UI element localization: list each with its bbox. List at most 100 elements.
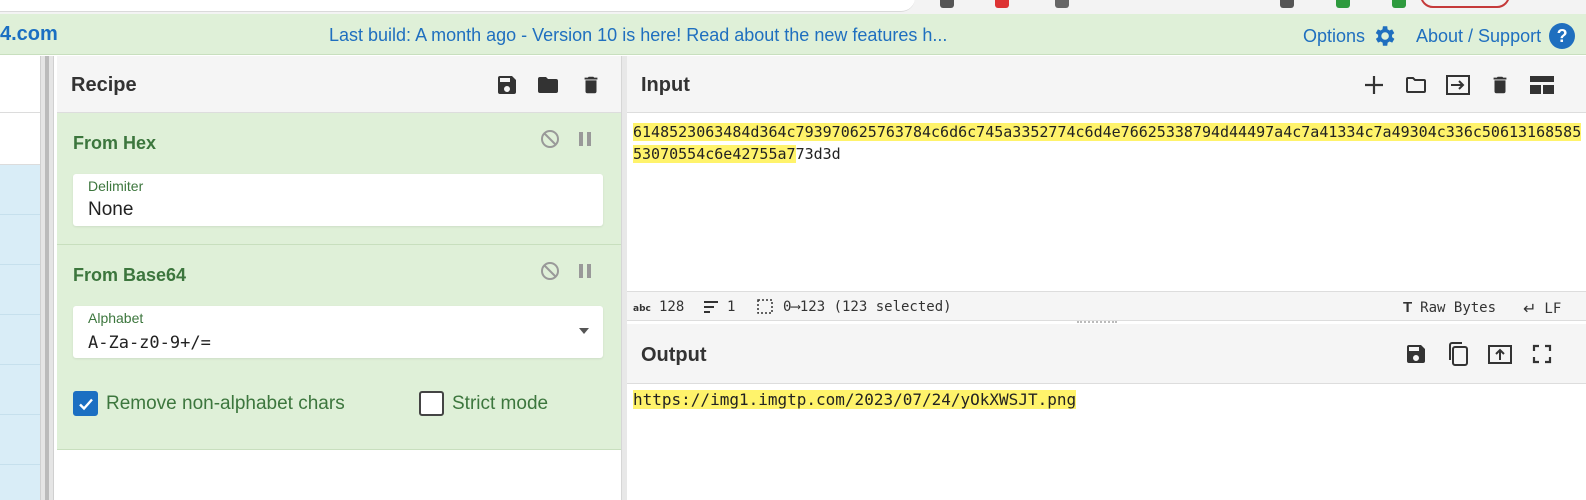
options-label: Options bbox=[1303, 25, 1366, 46]
help-icon: ? bbox=[1549, 23, 1576, 49]
remove-non-alphabet-checkbox[interactable]: Remove non-alphabet chars bbox=[73, 391, 345, 416]
layout-icon bbox=[1530, 76, 1554, 94]
return-icon: ↵ bbox=[1523, 301, 1537, 318]
checkbox-label: Strict mode bbox=[452, 392, 549, 414]
list-item[interactable] bbox=[0, 215, 40, 265]
strict-mode-checkbox[interactable]: Strict mode bbox=[419, 391, 548, 416]
operation-from-base64[interactable]: From Base64 Alphabet A-Za-z0-9+/= Remove… bbox=[57, 245, 623, 450]
disable-icon bbox=[541, 262, 559, 280]
field-label: Delimiter bbox=[88, 178, 144, 194]
plus-icon bbox=[1365, 76, 1383, 94]
disable-operation-button[interactable] bbox=[539, 128, 561, 150]
add-input-tab-button[interactable] bbox=[1359, 70, 1389, 100]
input-header: Input bbox=[627, 56, 1586, 113]
list-item[interactable] bbox=[0, 365, 40, 415]
recipe-panel: Recipe From Hex Delimiter None From Base… bbox=[57, 56, 623, 500]
top-banner: 4.com Last build: A month ago - Version … bbox=[0, 14, 1586, 55]
text-size-icon: T bbox=[1403, 299, 1413, 316]
fullscreen-icon bbox=[1532, 344, 1552, 364]
encoding-selector[interactable]: T Raw Bytes bbox=[1403, 299, 1496, 316]
profile-button[interactable] bbox=[1420, 0, 1510, 8]
extension-icon[interactable] bbox=[1055, 0, 1069, 8]
recipe-title: Recipe bbox=[71, 74, 137, 96]
replace-input-icon bbox=[1488, 345, 1512, 364]
abc-icon: abc bbox=[633, 304, 651, 312]
selection-stat: 0⟶123 (123 selected) bbox=[757, 299, 952, 315]
alphabet-select[interactable]: Alphabet A-Za-z0-9+/= bbox=[73, 306, 603, 358]
selection-value: 0⟶123 (123 selected) bbox=[783, 299, 952, 315]
input-status-bar: abc 128 1 0⟶123 (123 selected) T Raw Byt… bbox=[627, 291, 1586, 321]
chevron-down-icon bbox=[579, 328, 589, 334]
pause-operation-button[interactable] bbox=[574, 128, 596, 150]
save-recipe-button[interactable] bbox=[492, 70, 522, 100]
copy-output-button[interactable] bbox=[1443, 339, 1473, 369]
replace-input-button[interactable] bbox=[1485, 339, 1515, 369]
output-title: Output bbox=[641, 344, 707, 366]
extension-icon[interactable] bbox=[1392, 0, 1406, 8]
operation-title: From Hex bbox=[73, 133, 157, 153]
lines-icon bbox=[704, 301, 718, 313]
output-textarea[interactable]: https://img1.imgtp.com/2023/07/24/yOkXWS… bbox=[633, 390, 1077, 409]
maximise-output-button[interactable] bbox=[1527, 339, 1557, 369]
input-text: 6148523063484d364c793970625763784c6d6c74… bbox=[633, 121, 1583, 165]
folder-icon bbox=[1406, 77, 1426, 93]
site-logo[interactable]: 4.com bbox=[0, 23, 58, 46]
disable-operation-button[interactable] bbox=[539, 260, 561, 282]
pause-operation-button[interactable] bbox=[574, 260, 596, 282]
trash-icon bbox=[1493, 76, 1507, 94]
extension-icon[interactable] bbox=[1280, 0, 1294, 8]
selection-icon bbox=[757, 299, 773, 314]
address-bar[interactable] bbox=[0, 0, 915, 12]
disable-icon bbox=[541, 130, 559, 148]
pause-icon bbox=[579, 132, 591, 146]
folder-icon bbox=[538, 77, 558, 93]
extension-icon[interactable] bbox=[1336, 0, 1350, 8]
eol-value: LF bbox=[1544, 301, 1562, 317]
delimiter-field[interactable]: Delimiter None bbox=[73, 174, 603, 226]
operations-search[interactable] bbox=[0, 56, 40, 113]
open-file-button[interactable] bbox=[1401, 70, 1431, 100]
version-notice-link[interactable]: Last build: A month ago - Version 10 is … bbox=[329, 25, 947, 46]
checkbox-checked[interactable] bbox=[73, 391, 98, 416]
operation-from-hex[interactable]: From Hex Delimiter None bbox=[57, 113, 623, 245]
reset-layout-button[interactable] bbox=[1527, 70, 1557, 100]
save-output-button[interactable] bbox=[1401, 339, 1431, 369]
import-icon bbox=[1446, 75, 1470, 95]
trash-icon bbox=[584, 76, 598, 94]
options-button[interactable]: Options bbox=[1303, 23, 1397, 49]
output-header: Output bbox=[627, 324, 1586, 384]
list-item[interactable] bbox=[0, 415, 40, 465]
field-value: A-Za-z0-9+/= bbox=[88, 333, 211, 353]
checkbox-unchecked[interactable] bbox=[419, 391, 444, 416]
open-folder-button[interactable] bbox=[1443, 70, 1473, 100]
output-text: https://img1.imgtp.com/2023/07/24/yOkXWS… bbox=[633, 390, 1077, 409]
clear-input-button[interactable] bbox=[1485, 70, 1515, 100]
io-panel: Input 6148523063484d364c793970625763784c… bbox=[627, 56, 1586, 500]
input-textarea[interactable]: 6148523063484d364c793970625763784c6d6c74… bbox=[627, 113, 1586, 291]
svg-text:abc: abc bbox=[633, 304, 651, 312]
field-label: Alphabet bbox=[88, 310, 144, 326]
operations-panel bbox=[0, 56, 40, 500]
operation-title: From Base64 bbox=[73, 265, 187, 285]
lines-stat: 1 bbox=[703, 299, 735, 315]
panel-resize-gutter[interactable] bbox=[40, 56, 54, 500]
encoding-value: Raw Bytes bbox=[1420, 299, 1497, 316]
list-item[interactable] bbox=[0, 315, 40, 365]
about-label: About / Support bbox=[1416, 25, 1542, 46]
save-icon bbox=[498, 76, 516, 94]
lines-value: 1 bbox=[727, 299, 736, 315]
checkbox-label: Remove non-alphabet chars bbox=[106, 392, 345, 414]
extension-icon[interactable] bbox=[940, 0, 954, 8]
about-support-button[interactable]: About / Support ? bbox=[1416, 23, 1576, 49]
clear-recipe-button[interactable] bbox=[576, 70, 606, 100]
list-item[interactable] bbox=[0, 265, 40, 315]
browser-toolbar bbox=[0, 0, 1586, 14]
selected-text: 6148523063484d364c793970625763784c6d6c74… bbox=[633, 123, 1582, 163]
extension-icon[interactable] bbox=[995, 0, 1009, 8]
load-recipe-button[interactable] bbox=[533, 70, 563, 100]
list-item[interactable] bbox=[0, 165, 40, 215]
operations-category[interactable] bbox=[0, 113, 40, 165]
eol-selector[interactable]: ↵ LF bbox=[1523, 299, 1561, 319]
recipe-header: Recipe bbox=[57, 56, 622, 113]
length-value: 128 bbox=[659, 299, 685, 315]
